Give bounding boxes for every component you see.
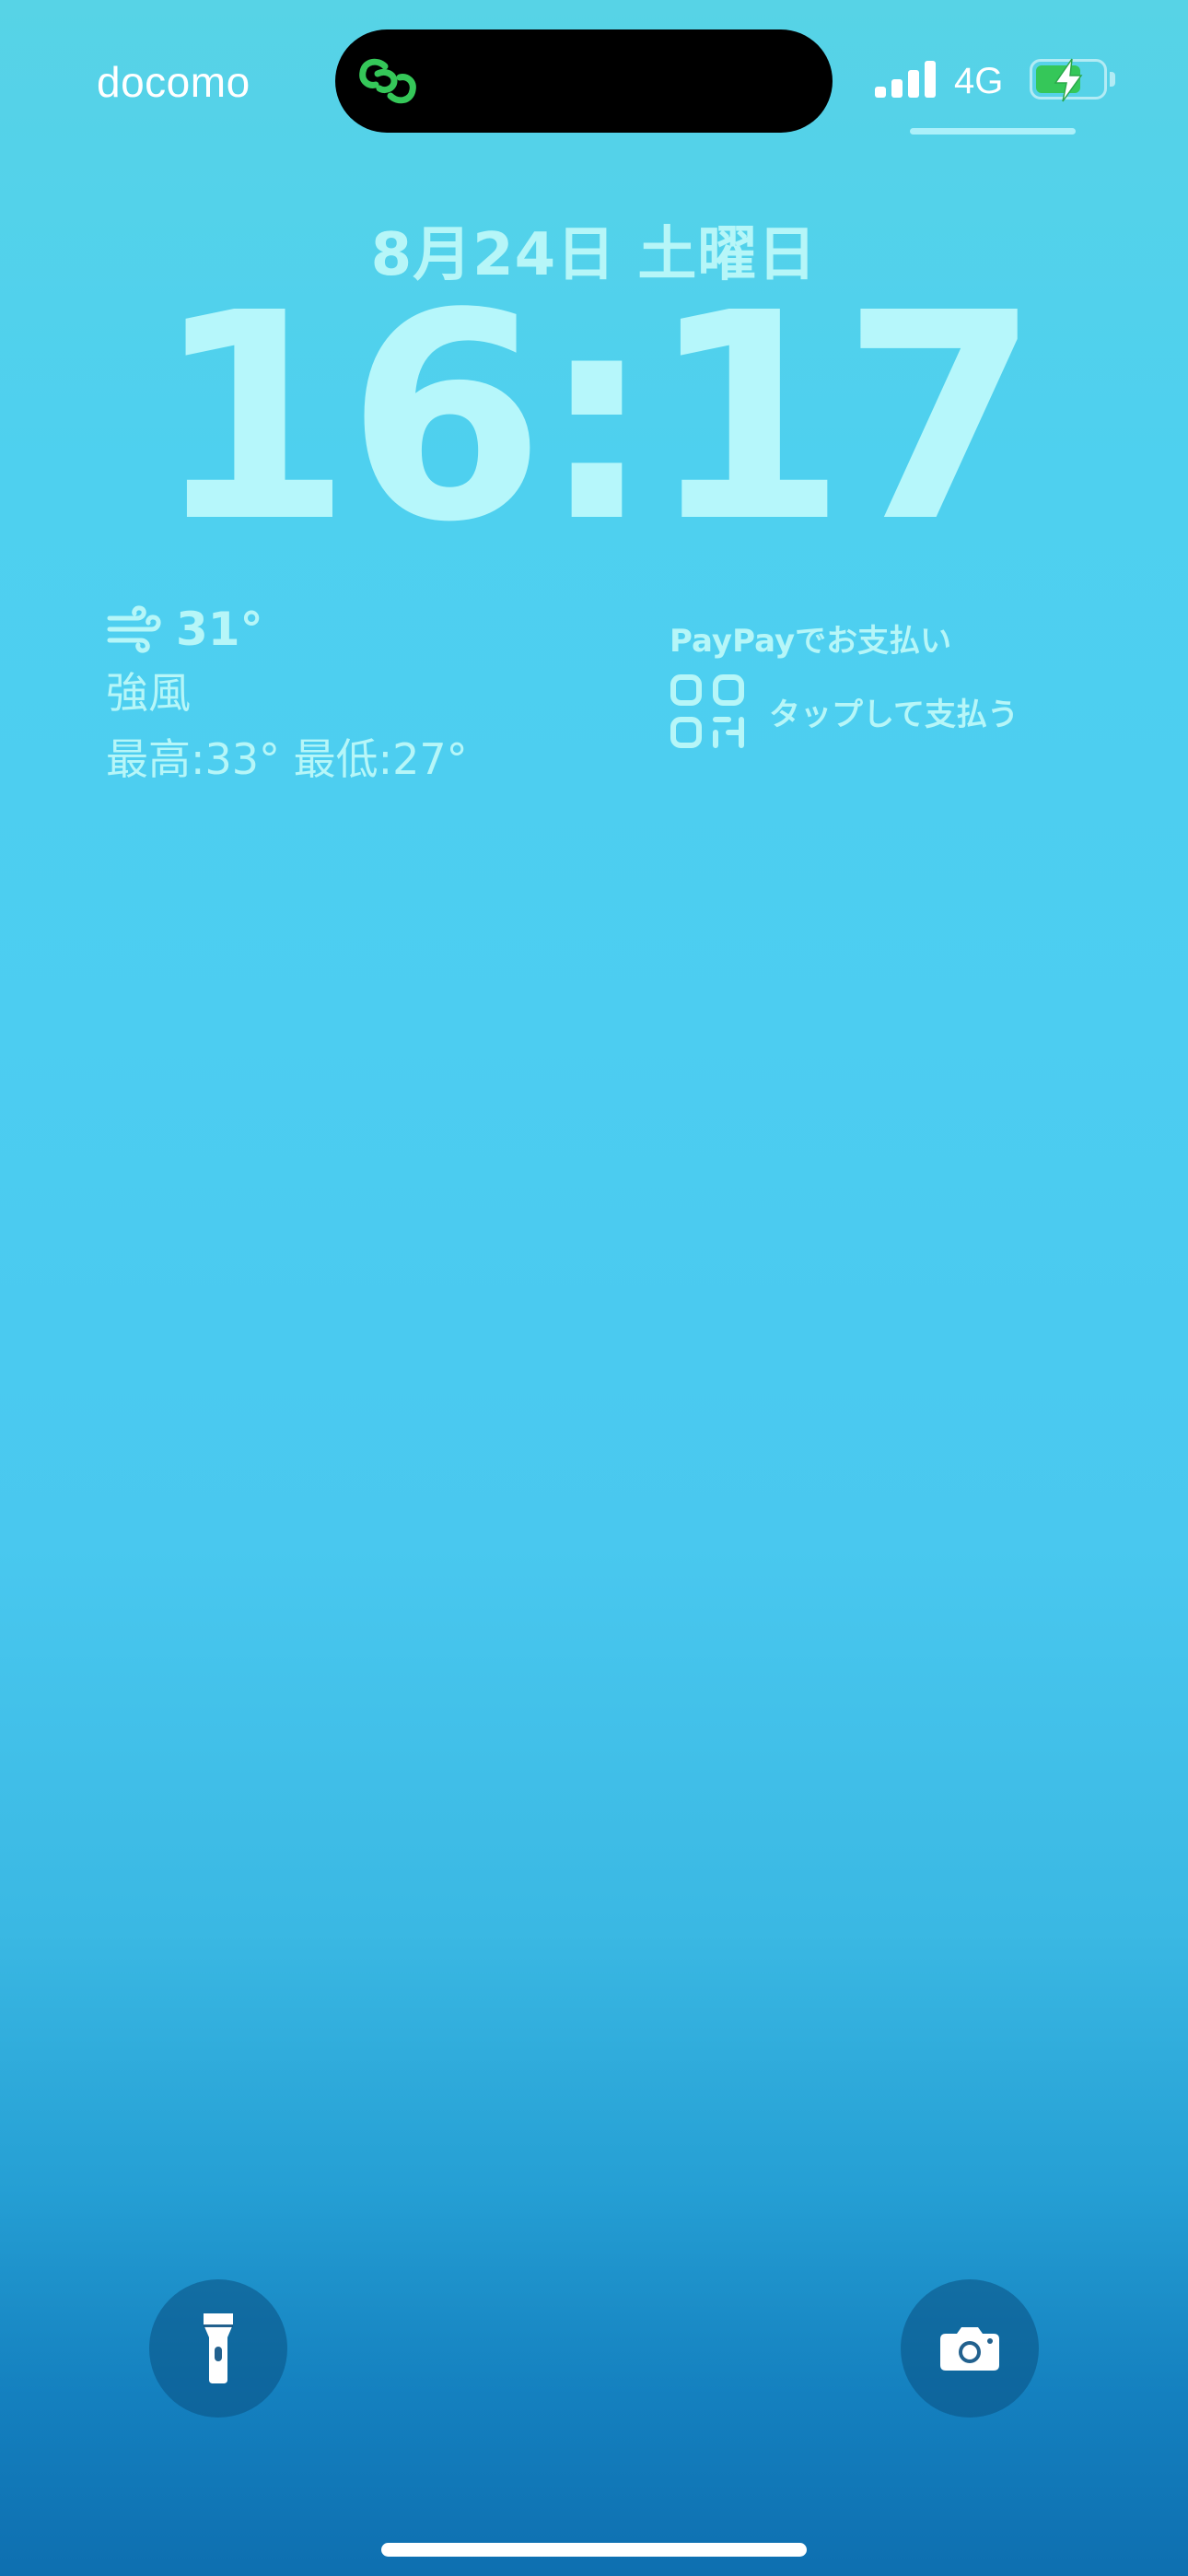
weather-high-low: 最高:33° 最低:27° <box>106 734 468 784</box>
camera-button[interactable] <box>901 2279 1039 2418</box>
paypay-action-row: タップして支払う <box>670 673 1093 749</box>
flashlight-icon <box>204 2313 233 2383</box>
lock-screen-time: 16:17 <box>153 252 1041 585</box>
weather-temperature: 31° <box>176 603 263 656</box>
battery-nub <box>1110 72 1115 87</box>
link-chain-icon <box>359 58 416 104</box>
charging-bolt-icon <box>1054 58 1083 102</box>
flashlight-button[interactable] <box>149 2279 287 2418</box>
camera-icon <box>940 2327 999 2371</box>
status-indicator-bar <box>910 128 1076 135</box>
paypay-title: PayPayでお支払い <box>670 623 952 660</box>
paypay-action: タップして支払う <box>769 696 1019 733</box>
wind-icon <box>107 605 161 653</box>
cellular-signal-icon <box>875 61 938 98</box>
dynamic-island[interactable] <box>335 29 833 133</box>
network-type: 4G <box>954 61 1004 101</box>
carrier-name: docomo <box>97 58 250 106</box>
qr-code-icon <box>670 674 744 748</box>
home-indicator[interactable] <box>381 2543 807 2557</box>
paypay-widget[interactable]: PayPayでお支払い タップして支払う <box>670 615 1093 749</box>
weather-widget[interactable]: 31° 強風 最高:33° 最低:27° <box>106 601 585 787</box>
weather-header: 31° <box>106 601 585 658</box>
weather-condition: 強風 <box>106 668 191 718</box>
